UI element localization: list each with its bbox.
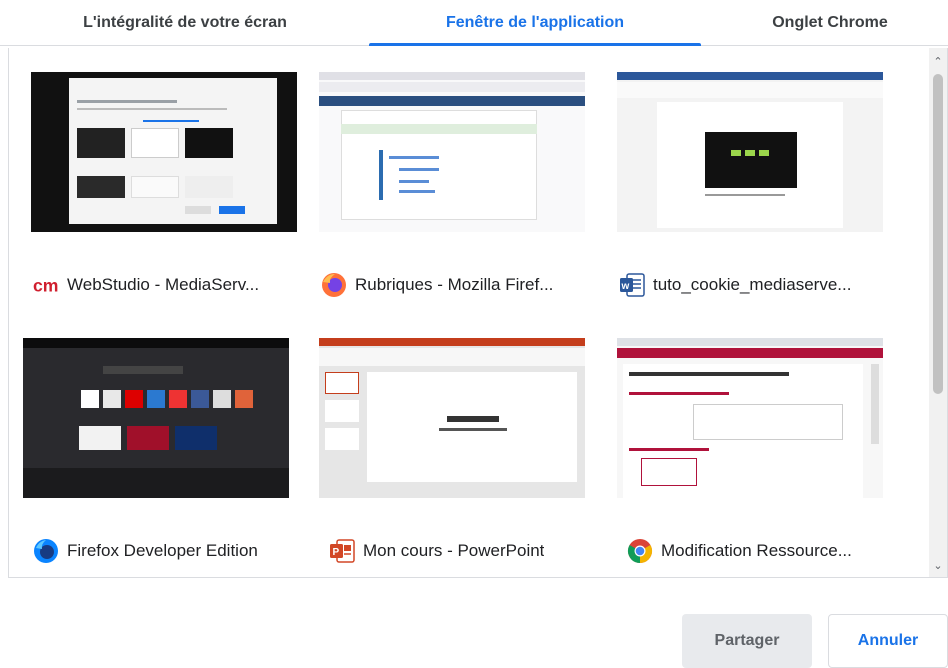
window-title: Rubriques - Mozilla Firef... [321,270,585,300]
cm-logo-icon: cm [33,272,59,298]
window-card-chrome-modification[interactable]: Modification Ressource... [617,338,883,577]
svg-text:P: P [333,547,340,558]
window-thumbnail [23,338,289,498]
window-card-powerpoint[interactable]: P Mon cours - PowerPoint [319,338,585,577]
window-card-firefox-developer[interactable]: Firefox Developer Edition [23,338,289,577]
chevron-down-icon[interactable]: ⌄ [929,556,947,574]
svg-text:w: w [621,281,630,292]
scrollbar-thumb[interactable] [933,74,943,394]
window-card-word-document[interactable]: w tuto_cookie_mediaserve... [617,72,883,314]
selected-tab-indicator [369,43,701,46]
window-title: cm WebStudio - MediaServ... [33,270,297,300]
chrome-icon [627,538,653,564]
window-title: Modification Ressource... [627,536,891,566]
source-tabs: L'intégralité de votre écran Fenêtre de … [0,0,948,46]
window-card-rubriques-firefox[interactable]: Rubriques - Mozilla Firef... [319,72,585,314]
window-thumbnail [31,72,297,232]
vertical-scrollbar[interactable]: ⌃ ⌄ [929,48,947,577]
tab-entire-screen[interactable]: L'intégralité de votre écran [40,0,330,46]
window-title: w tuto_cookie_mediaserve... [619,270,883,300]
window-title: P Mon cours - PowerPoint [329,536,593,566]
chevron-up-icon[interactable]: ⌃ [929,52,947,70]
powerpoint-icon: P [329,538,355,564]
firefox-developer-icon [33,538,59,564]
firefox-icon [321,272,347,298]
window-thumbnail [319,72,585,232]
svg-text:cm: cm [33,276,58,296]
window-card-webstudio[interactable]: cm WebStudio - MediaServ... [31,72,297,314]
window-title: Firefox Developer Edition [33,536,297,566]
window-grid: cm WebStudio - MediaServ... Rubriques - … [8,48,948,578]
window-thumbnail [617,338,883,498]
word-icon: w [619,272,645,298]
tab-application-window[interactable]: Fenêtre de l'application [369,0,701,46]
cancel-button[interactable]: Annuler [828,614,948,668]
window-thumbnail [319,338,585,498]
tab-chrome-tab[interactable]: Onglet Chrome [730,0,930,46]
window-thumbnail [617,72,883,232]
share-button[interactable]: Partager [682,614,812,668]
